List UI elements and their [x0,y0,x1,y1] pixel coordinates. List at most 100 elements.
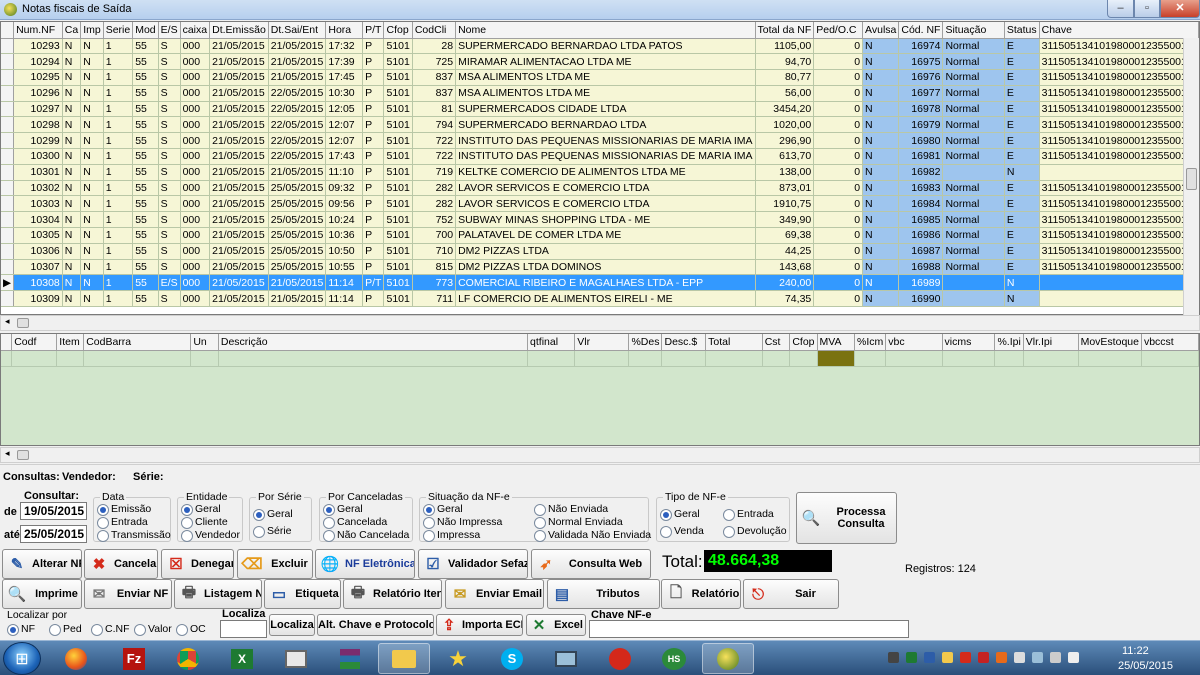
items-column-header[interactable]: qtfinal [527,334,576,351]
items-scroll-left-icon[interactable]: ◂ [5,448,10,459]
situacao-left-radio-1[interactable]: Não Impressa [423,516,502,529]
firefox-icon[interactable] [50,643,102,674]
localizar-radio-3[interactable]: Valor [134,623,172,636]
consulta-web-button[interactable]: ➶ Consulta Web [531,549,651,579]
column-header[interactable]: Cód. NF [898,22,944,39]
red-app-icon[interactable] [594,643,646,674]
imprime-button[interactable]: 🔍 Imprime [2,579,82,609]
items-grid[interactable]: Codf Item CodBarra Un Descrição qtfinal Vlr %De… [0,333,1200,446]
items-column-header[interactable]: %.Ipi [994,334,1024,351]
date-from-input[interactable]: 19/05/2015 [20,502,87,520]
table-row[interactable]: ▶ 10308 N N 1 55 E/S 000 21/05/2015 21/05/2015 11:… [1,274,1199,292]
column-header[interactable]: Cfop [383,22,413,39]
excluir-button[interactable]: ⌫ Excluir [237,549,313,579]
file-explorer-icon[interactable] [378,643,430,674]
tray-icon-2[interactable] [906,652,917,663]
situacao-right-radio-2[interactable]: Validada Não Enviada [534,529,651,542]
items-column-header[interactable]: Vlr.Ipi [1023,334,1079,351]
chrome-icon[interactable] [162,643,214,674]
table-row[interactable]: 10303 N N 1 55 S 000 21/05/2015 25/05/2015 09:56 P… [1,195,1199,213]
items-column-header[interactable]: %Icm [854,334,887,351]
nf-eletronica-button[interactable]: 🌐 NF Eletrônica [315,549,415,579]
localizar-radio-1[interactable]: Ped [49,623,82,636]
importa-ecf-button[interactable]: ⇪ Importa ECF [436,614,523,636]
column-header[interactable]: Avulsa [862,22,900,39]
relatorio-button[interactable]: 🗋 Relatório [661,579,741,609]
chave-nfe-input[interactable] [589,620,909,638]
items-horizontal-scrollbar[interactable]: ◂ [0,447,1200,463]
scroll-left-icon[interactable]: ◂ [5,316,10,327]
excel-button[interactable]: ✕ Excel [526,614,586,636]
listagem-nf-button[interactable]: 🖶 Listagem NF [174,579,262,609]
data-radio-1[interactable]: Entrada [97,516,148,529]
row-indicator[interactable] [1,101,15,118]
row-indicator[interactable] [1,227,15,244]
column-header[interactable]: Status [1004,22,1040,39]
localizar-radio-2[interactable]: C.NF [91,623,130,636]
localiza-button[interactable]: Localiza [269,614,315,636]
table-row[interactable]: 10298 N N 1 55 S 000 21/05/2015 22/05/2015 12:07 P… [1,116,1199,134]
canceladas-radio-0[interactable]: Geral [323,503,363,516]
localizar-radio-4[interactable]: OC [176,623,206,636]
table-row[interactable]: 10296 N N 1 55 S 000 21/05/2015 22/05/2015 10:30 P… [1,85,1199,102]
table-row[interactable]: 10305 N N 1 55 S 000 21/05/2015 25/05/2015 10:36 P… [1,227,1199,244]
items-column-header[interactable]: Total [705,334,763,351]
items-scroll-thumb[interactable] [17,450,29,460]
row-indicator[interactable] [1,132,15,150]
column-header[interactable]: Chave [1039,22,1199,39]
star-icon[interactable]: ★ [432,643,484,674]
column-header[interactable]: CodCli [412,22,457,39]
column-header[interactable]: E/S [158,22,181,39]
column-header[interactable]: Mod [132,22,159,39]
filezilla-icon[interactable]: Fz [108,643,160,674]
table-row[interactable]: 10300 N N 1 55 S 000 21/05/2015 22/05/2015 17:43 P… [1,148,1199,165]
tray-icon-7[interactable] [996,652,1007,663]
row-indicator[interactable] [1,259,15,276]
row-indicator[interactable] [1,85,15,102]
items-column-header[interactable]: Descrição [218,334,529,351]
tipo-radio-0[interactable]: Geral [660,508,700,521]
table-row[interactable]: 10302 N N 1 55 S 000 21/05/2015 25/05/2015 09:32 P… [1,180,1199,197]
column-header[interactable]: P/T [362,22,385,39]
etiqueta-button[interactable]: ▭ Etiqueta [264,579,341,609]
tray-network-icon[interactable] [1032,652,1043,663]
tipo-radio-2[interactable]: Venda [660,525,704,538]
column-header[interactable]: Dt.Sai/Ent [268,22,327,39]
table-row[interactable]: 10301 N N 1 55 S 000 21/05/2015 21/05/2015 11:10 P… [1,164,1199,181]
minimize-button[interactable]: – [1107,0,1134,18]
items-column-header[interactable]: Un [190,334,219,351]
data-radio-0[interactable]: Emissão [97,503,151,516]
row-indicator[interactable] [1,243,15,260]
tray-icon-4[interactable] [942,652,953,663]
vertical-scroll-thumb[interactable] [1186,168,1197,190]
items-column-header[interactable]: Desc.$ [661,334,707,351]
table-row[interactable]: 10307 N N 1 55 S 000 21/05/2015 25/05/2015 10:55 P… [1,259,1199,276]
tray-icon-3[interactable] [924,652,935,663]
items-column-header[interactable]: vicms [942,334,996,351]
canceladas-radio-1[interactable]: Cancelada [323,516,387,529]
tray-monitor-icon[interactable] [1050,652,1061,663]
table-row[interactable]: 10299 N N 1 55 S 000 21/05/2015 22/05/2015 12:07 P… [1,132,1199,150]
items-column-header[interactable]: vbccst [1141,334,1199,351]
clock-date[interactable]: 25/05/2015 [1118,660,1173,672]
por-serie-radio-0[interactable]: Geral [253,508,293,521]
items-row[interactable] [1,350,1199,367]
row-indicator[interactable]: ▶ [1,274,15,292]
enviar-email-button[interactable]: ✉ Enviar Email [445,579,544,609]
alterar-nf-button[interactable]: ✎ Alterar NF [2,549,82,579]
tributos-button[interactable]: ▤ Tributos [547,579,660,609]
window-app-icon[interactable] [270,643,322,674]
skype-icon[interactable]: S [486,643,538,674]
items-column-header[interactable]: %Des [628,334,663,351]
table-row[interactable]: 10293 N N 1 55 S 000 21/05/2015 21/05/2015 17:32 P… [1,38,1199,55]
date-to-input[interactable]: 25/05/2015 [20,525,87,543]
tipo-radio-3[interactable]: Devolução [723,525,787,538]
row-indicator[interactable] [1,180,15,197]
row-indicator[interactable] [1,211,15,229]
row-indicator[interactable] [1,290,15,308]
table-row[interactable]: 10304 N N 1 55 S 000 21/05/2015 25/05/2015 10:24 P… [1,211,1199,229]
table-row[interactable]: 10309 N N 1 55 S 000 21/05/2015 21/05/2015 11:14 P… [1,290,1199,308]
por-serie-radio-1[interactable]: Série [253,525,292,538]
entidade-radio-1[interactable]: Cliente [181,516,228,529]
column-header[interactable]: Ped/O.C [813,22,864,39]
